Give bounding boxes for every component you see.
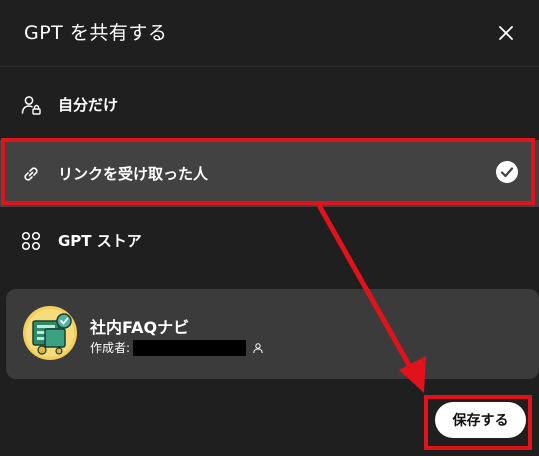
gpt-preview-card: 社内FAQナビ 作成者: <box>6 289 539 379</box>
header-divider <box>0 66 539 67</box>
author-name-redacted <box>133 339 247 356</box>
author-label: 作成者: <box>90 341 131 355</box>
grid-icon <box>20 230 42 252</box>
close-button[interactable] <box>495 22 517 44</box>
check-circle-icon <box>495 160 519 184</box>
lock-person-icon <box>20 94 42 116</box>
dialog-title: GPT を共有する <box>24 22 168 44</box>
option-gpt-store[interactable]: GPT ストア <box>0 207 539 274</box>
option-anyone-with-link[interactable]: リンクを受け取った人 <box>0 140 539 207</box>
person-icon <box>253 342 263 353</box>
option-label: GPT ストア <box>58 232 142 250</box>
save-button[interactable]: 保存する <box>435 402 526 438</box>
gpt-avatar <box>23 306 77 360</box>
author-row: 作成者: <box>90 339 264 356</box>
option-label: リンクを受け取った人 <box>58 165 209 183</box>
share-gpt-dialog: GPT を共有する 自分だけ リンクを受け取った人 GPT ストア 社内FAQナ… <box>0 0 539 456</box>
option-only-me[interactable]: 自分だけ <box>0 71 539 138</box>
option-label: 自分だけ <box>58 96 119 114</box>
close-icon <box>499 26 513 40</box>
link-icon <box>20 163 42 185</box>
gpt-name: 社内FAQナビ <box>90 318 190 337</box>
